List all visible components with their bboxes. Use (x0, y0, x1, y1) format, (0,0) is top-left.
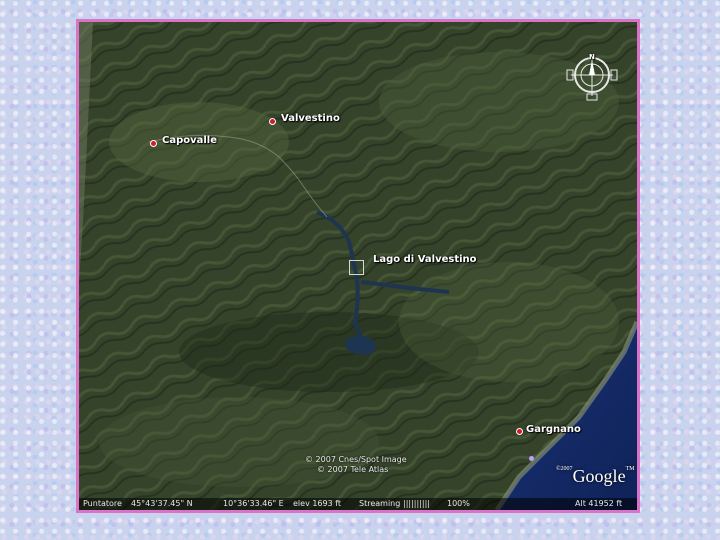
lago-label[interactable]: Lago di Valvestino (373, 254, 477, 265)
gargnano-pin[interactable] (516, 428, 523, 435)
pointer-longitude: 10°36'33.46" E (223, 499, 284, 508)
altitude-readout: Alt 41952 ft (575, 499, 623, 508)
map-frame: N Valvestino Capovalle Lago di Valvestin… (76, 19, 640, 513)
imagery-credits: © 2007 Cnes/Spot Image © 2007 Tele Atlas (305, 455, 407, 475)
pointer-latitude: 45°43'37.45" N (131, 499, 193, 508)
lago-marker-icon[interactable] (349, 260, 364, 275)
compass-north-label: N (589, 53, 595, 61)
streaming-percent: 100% (447, 499, 470, 508)
logo-year: ©2007 (556, 466, 573, 472)
streaming-label: Streaming (359, 499, 401, 508)
streaming-bar: |||||||||| (403, 499, 430, 508)
terrain-highlight (399, 262, 619, 382)
gargnano-label[interactable]: Gargnano (526, 424, 581, 435)
valvestino-label[interactable]: Valvestino (281, 113, 340, 124)
valvestino-pin[interactable] (269, 118, 276, 125)
elevation-readout: elev 1693 ft (293, 499, 342, 508)
google-logo: ©2007GoogleTM (556, 466, 635, 487)
map-point (529, 456, 534, 461)
status-bar: Puntatore 45°43'37.45" N 10°36'33.46" E … (79, 498, 637, 510)
logo-text: Google (572, 466, 626, 486)
credit-line-1: © 2007 Cnes/Spot Image (305, 455, 407, 464)
capovalle-pin[interactable] (150, 140, 157, 147)
credit-line-2: © 2007 Tele Atlas (317, 465, 389, 474)
capovalle-label[interactable]: Capovalle (162, 135, 217, 146)
logo-tm: TM (625, 466, 635, 472)
pointer-label: Puntatore (83, 499, 122, 508)
